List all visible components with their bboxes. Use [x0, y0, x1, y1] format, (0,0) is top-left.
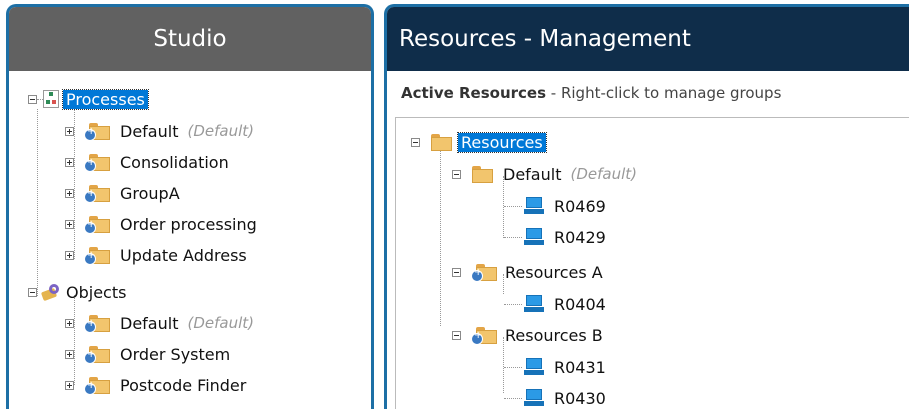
resource-row[interactable]: R0469	[504, 194, 606, 218]
group-folder-icon	[84, 122, 110, 141]
group-folder-icon	[84, 246, 110, 265]
studio-header: Studio	[9, 7, 371, 71]
computer-icon	[524, 228, 544, 246]
group-folder-icon	[471, 263, 497, 282]
group-folder-icon	[84, 345, 110, 364]
resource-row[interactable]: R0431	[504, 355, 606, 379]
computer-icon	[524, 197, 544, 215]
item-label: Order processing	[120, 214, 257, 234]
subheading-bold: Active Resources	[401, 84, 547, 102]
default-note: (Default)	[187, 314, 254, 332]
subheading-hint: - Right-click to manage groups	[546, 84, 782, 102]
tree-node-group-resources-a[interactable]: Resources A	[452, 260, 603, 284]
tree-item-update-address[interactable]: Update Address	[65, 243, 247, 267]
tree-node-group-default[interactable]: Default (Default)	[452, 162, 637, 186]
group-folder-icon	[471, 326, 497, 345]
open-folder-icon	[471, 165, 493, 183]
computer-icon	[524, 389, 544, 407]
tree-item-postcode-finder[interactable]: Postcode Finder	[65, 373, 246, 397]
collapse-toggle[interactable]	[411, 137, 420, 147]
tree-item-order-processing[interactable]: Order processing	[65, 212, 257, 236]
group-label: Resources A	[505, 262, 603, 282]
item-label: Order System	[120, 344, 231, 364]
tree-item-order-system[interactable]: Order System	[65, 342, 230, 366]
collapse-toggle[interactable]	[28, 287, 37, 297]
tree-item-groupa[interactable]: GroupA	[65, 181, 180, 205]
collapse-toggle[interactable]	[452, 330, 461, 340]
resource-row[interactable]: R0429	[504, 225, 606, 249]
item-label: Update Address	[120, 245, 247, 265]
resource-label: R0431	[554, 357, 606, 377]
group-folder-icon	[84, 153, 110, 172]
expand-toggle[interactable]	[65, 157, 74, 167]
objects-label: Objects	[66, 282, 127, 302]
expand-toggle[interactable]	[65, 219, 74, 229]
resources-panel: Resources - Management Active Resources …	[384, 4, 909, 409]
tree-item-default-process[interactable]: Default (Default)	[65, 119, 254, 143]
item-label: Default	[120, 313, 179, 333]
resources-subheading: Active Resources - Right-click to manage…	[401, 84, 781, 102]
resource-label: R0404	[554, 294, 606, 314]
resources-root-label: Resources	[457, 131, 547, 153]
computer-icon	[524, 295, 544, 313]
item-label: Postcode Finder	[120, 375, 247, 395]
resource-label: R0469	[554, 196, 606, 216]
tree-item-consolidation[interactable]: Consolidation	[65, 150, 229, 174]
tree-node-processes[interactable]: Processes	[28, 87, 149, 111]
group-label: Resources B	[505, 325, 603, 345]
group-folder-icon	[84, 376, 110, 395]
processes-label: Processes	[62, 88, 149, 110]
resources-tree: Resources Default (Default) R0469 R0429 …	[395, 117, 909, 409]
studio-panel: Studio Processes Default (Default) Conso…	[6, 4, 374, 409]
group-folder-icon	[84, 314, 110, 333]
collapse-toggle[interactable]	[28, 94, 37, 104]
tree-node-objects[interactable]: Objects	[28, 280, 126, 304]
objects-icon	[40, 282, 62, 302]
resource-row[interactable]: R0404	[504, 292, 606, 316]
collapse-toggle[interactable]	[452, 267, 461, 277]
collapse-toggle[interactable]	[452, 169, 461, 179]
expand-toggle[interactable]	[65, 126, 74, 136]
default-note: (Default)	[187, 122, 254, 140]
tree-node-group-resources-b[interactable]: Resources B	[452, 323, 603, 347]
expand-toggle[interactable]	[65, 349, 74, 359]
default-note: (Default)	[570, 165, 637, 183]
resource-label: R0429	[554, 227, 606, 247]
item-label: GroupA	[120, 183, 180, 203]
group-label: Default	[503, 164, 562, 184]
process-diagram-icon	[43, 90, 59, 108]
studio-title: Studio	[153, 26, 227, 52]
folder-icon	[430, 133, 452, 151]
group-folder-icon	[84, 184, 110, 203]
resource-row[interactable]: R0430	[504, 386, 606, 409]
expand-toggle[interactable]	[65, 318, 74, 328]
group-folder-icon	[84, 215, 110, 234]
resources-title: Resources - Management	[399, 26, 691, 52]
item-label: Default	[120, 121, 179, 141]
expand-toggle[interactable]	[65, 250, 74, 260]
resource-label: R0430	[554, 388, 606, 408]
resources-header: Resources - Management	[387, 7, 909, 71]
tree-item-default-object[interactable]: Default (Default)	[65, 311, 254, 335]
computer-icon	[524, 358, 544, 376]
expand-toggle[interactable]	[65, 380, 74, 390]
item-label: Consolidation	[120, 152, 229, 172]
expand-toggle[interactable]	[65, 188, 74, 198]
tree-node-resources-root[interactable]: Resources	[411, 130, 547, 154]
